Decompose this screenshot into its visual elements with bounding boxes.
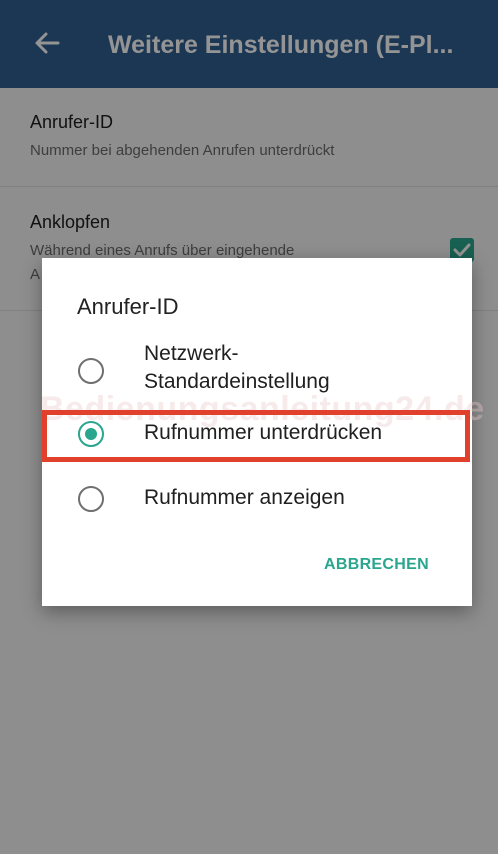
option-show-number-label: Rufnummer anzeigen bbox=[144, 486, 345, 509]
dialog-title: Anrufer-ID bbox=[77, 294, 179, 319]
highlight-box bbox=[42, 410, 470, 462]
radio-network-default[interactable] bbox=[78, 358, 104, 384]
cancel-button[interactable]: ABBRECHEN bbox=[324, 556, 429, 574]
option-network-default-label-line1: Netzwerk- bbox=[144, 342, 239, 365]
radio-show-number[interactable] bbox=[78, 486, 104, 512]
option-show-number[interactable]: Rufnummer anzeigen bbox=[42, 480, 472, 520]
